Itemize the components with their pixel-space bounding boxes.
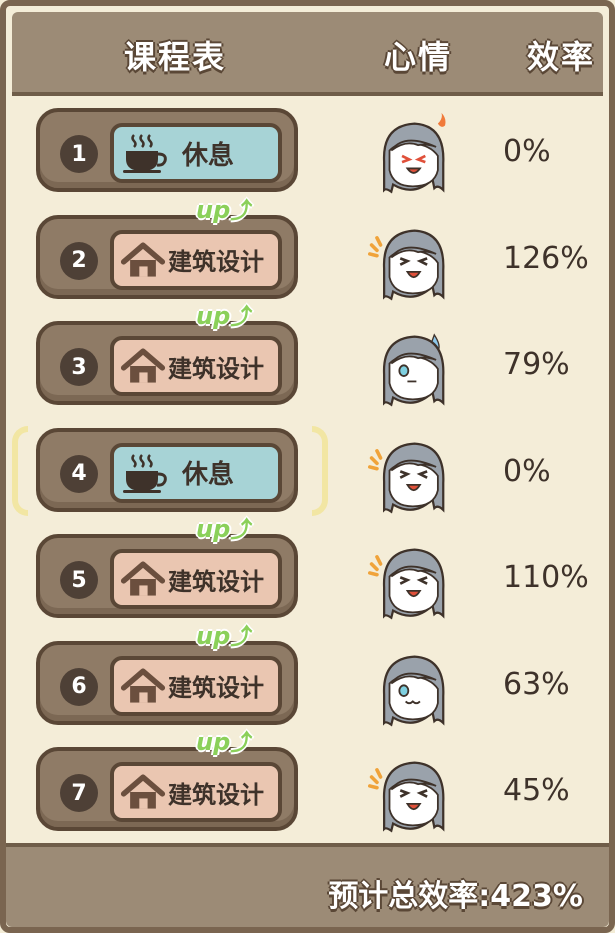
efficiency-value: 0% (503, 134, 551, 169)
up-badge: up⤴ (196, 512, 252, 544)
mood-face-icon (368, 751, 454, 837)
efficiency-value: 126% (503, 240, 589, 276)
schedule-row: 7 建筑设计 up⤴ 45% (0, 728, 615, 839)
up-arrow-icon: ⤴ (230, 731, 253, 756)
course-label: 休息 (182, 140, 235, 171)
course-button[interactable]: 休息 (110, 123, 282, 183)
efficiency-value: 0% (503, 453, 551, 489)
slot-number: 6 (60, 667, 98, 706)
selection-bracket-right (312, 425, 328, 516)
schedule-row: 3 建筑设计 up⤴ 79% (0, 302, 615, 413)
house-icon (120, 344, 170, 388)
course-label: 建筑设计 (168, 567, 264, 596)
slot-number: 1 (60, 135, 98, 173)
slot-number: 5 (60, 561, 98, 599)
course-button[interactable]: 建筑设计 (110, 549, 282, 609)
slot-number: 4 (60, 454, 98, 493)
up-label: up (196, 515, 231, 543)
course-slot[interactable]: 3 建筑设计 (36, 321, 298, 405)
mood-face-icon (368, 645, 454, 731)
header-bar: 课程表 心情 效率 (12, 12, 603, 96)
course-slot[interactable]: 4 休息 (36, 427, 298, 512)
course-label: 建筑设计 (168, 248, 264, 276)
course-label: 建筑设计 (168, 674, 264, 702)
mood-face-icon (368, 538, 454, 624)
efficiency-value: 79% (503, 347, 570, 382)
course-label: 休息 (182, 460, 235, 490)
coffee-cup-icon (120, 451, 170, 495)
up-arrow-icon: ⤴ (230, 198, 253, 224)
course-slot[interactable]: 2 建筑设计 (36, 214, 298, 299)
course-label: 建筑设计 (168, 354, 264, 383)
up-arrow-icon: ⤴ (230, 305, 253, 330)
course-button[interactable]: 休息 (110, 442, 282, 503)
schedule-row: 1 休息 0% (0, 108, 615, 200)
course-label: 建筑设计 (168, 780, 264, 809)
slot-number: 2 (60, 241, 98, 280)
efficiency-value: 45% (503, 773, 570, 808)
up-arrow-icon: ⤴ (230, 518, 253, 543)
house-icon (120, 664, 170, 708)
course-slot[interactable]: 7 建筑设计 (36, 747, 298, 831)
mood-header: 心情 (384, 38, 453, 76)
house-icon (120, 557, 170, 601)
course-slot[interactable]: 1 休息 (36, 108, 298, 192)
footer-bar: 预计总效率:423% (6, 843, 609, 927)
mood-face-icon (368, 432, 454, 518)
schedule-header: 课程表 (124, 38, 227, 76)
schedule-row: 2 建筑设计 up⤴ 126% (0, 196, 615, 307)
up-arrow-icon: ⤴ (230, 624, 253, 650)
course-slot[interactable]: 5 建筑设计 (36, 534, 298, 618)
slot-number: 3 (60, 348, 98, 386)
efficiency-value: 110% (503, 560, 589, 595)
mood-face-icon (368, 325, 454, 411)
slot-number: 7 (60, 774, 98, 812)
efficiency-value: 63% (503, 666, 570, 702)
up-badge: up⤴ (196, 193, 252, 225)
up-label: up (196, 195, 231, 224)
course-slot[interactable]: 6 建筑设计 (36, 640, 298, 725)
house-icon (120, 770, 170, 814)
course-button[interactable]: 建筑设计 (110, 336, 282, 396)
schedule-row: 5 建筑设计 up⤴ 110% (0, 515, 615, 626)
course-button[interactable]: 建筑设计 (110, 762, 282, 822)
efficiency-header: 效率 (527, 38, 596, 76)
selection-bracket-left (12, 425, 28, 516)
up-label: up (196, 728, 231, 756)
total-efficiency: 预计总效率:423% (328, 879, 583, 914)
mood-face-icon (368, 112, 454, 198)
mood-face-icon (368, 219, 454, 305)
up-badge: up⤴ (196, 299, 252, 331)
course-button[interactable]: 建筑设计 (110, 229, 282, 290)
schedule-row: 6 建筑设计 up⤴ 63% (0, 622, 615, 733)
up-label: up (196, 621, 231, 650)
up-badge: up⤴ (196, 725, 252, 757)
schedule-row: 4 休息 0% (0, 425, 615, 520)
up-label: up (196, 302, 231, 330)
coffee-cup-icon (120, 131, 170, 175)
house-icon (120, 238, 170, 282)
course-button[interactable]: 建筑设计 (110, 655, 282, 716)
up-badge: up⤴ (196, 619, 252, 651)
